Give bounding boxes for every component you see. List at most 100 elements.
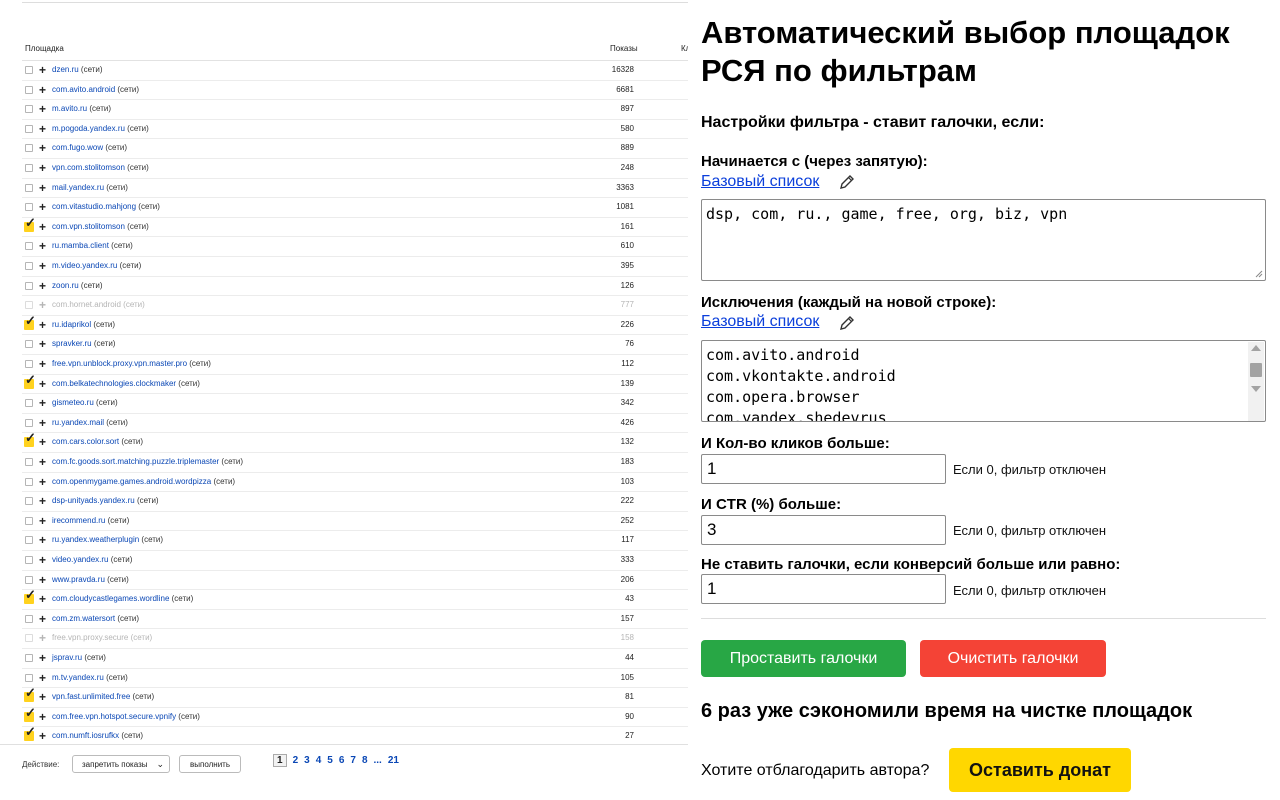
base-list-link-exclusions[interactable]: Базовый список — [701, 313, 819, 331]
expand-plus-icon[interactable]: + — [39, 573, 46, 587]
expand-plus-icon[interactable]: + — [39, 396, 46, 410]
row-checkbox[interactable] — [25, 66, 33, 74]
column-header-site[interactable]: Площадка — [25, 44, 64, 53]
site-name[interactable]: jsprav.ru — [52, 653, 82, 662]
expand-plus-icon[interactable]: + — [39, 494, 46, 508]
site-name[interactable]: com.hornet.android — [52, 300, 121, 309]
expand-plus-icon[interactable]: + — [39, 475, 46, 489]
site-link[interactable]: vpn.com.stolitomson (сети) — [52, 163, 149, 172]
expand-plus-icon[interactable]: + — [39, 122, 46, 136]
page-link[interactable]: 2 — [293, 755, 299, 766]
expand-plus-icon[interactable]: + — [39, 220, 46, 234]
row-checkbox[interactable] — [25, 477, 33, 486]
site-link[interactable]: com.cloudycastlegames.wordline (сети) — [52, 594, 193, 603]
site-name[interactable]: com.belkatechnologies.clockmaker — [52, 379, 176, 388]
starts-with-textarea[interactable]: dsp, com, ru., game, free, org, biz, vpn — [701, 199, 1266, 281]
scroll-up-icon[interactable] — [1251, 345, 1261, 351]
action-select[interactable]: запретить показы ⌄ — [72, 755, 170, 773]
expand-plus-icon[interactable]: + — [39, 357, 46, 371]
expand-plus-icon[interactable]: + — [39, 259, 46, 273]
set-checkmarks-button[interactable]: Проставить галочки — [701, 640, 906, 677]
site-name[interactable]: vpn.com.stolitomson — [52, 163, 125, 172]
row-checkbox[interactable] — [25, 575, 33, 584]
site-name[interactable]: irecommend.ru — [52, 516, 105, 525]
row-checkbox[interactable] — [25, 340, 33, 349]
site-name[interactable]: vpn.fast.unlimited.free — [52, 692, 130, 701]
page-link[interactable]: 4 — [316, 755, 322, 766]
row-checkbox[interactable] — [25, 281, 33, 290]
site-link[interactable]: m.pogoda.yandex.ru (сети) — [52, 124, 149, 133]
expand-plus-icon[interactable]: + — [39, 181, 46, 195]
row-checkbox[interactable] — [25, 144, 33, 153]
row-checkbox[interactable] — [25, 262, 33, 270]
expand-plus-icon[interactable]: + — [39, 377, 46, 391]
site-name[interactable]: com.vitastudio.mahjong — [52, 202, 136, 211]
site-link[interactable]: zoon.ru (сети) — [52, 281, 103, 290]
expand-plus-icon[interactable]: + — [39, 671, 46, 685]
site-name[interactable]: gismeteo.ru — [52, 398, 94, 407]
expand-plus-icon[interactable]: + — [39, 514, 46, 528]
expand-plus-icon[interactable]: + — [39, 63, 46, 77]
site-name[interactable]: ru.mamba.client — [52, 241, 109, 250]
row-checkbox[interactable] — [25, 183, 33, 192]
site-name[interactable]: com.zm.watersort — [52, 614, 115, 623]
site-link[interactable]: free.vpn.proxy.secure (сети) — [52, 633, 152, 642]
site-link[interactable]: dzen.ru (сети) — [52, 65, 103, 74]
scroll-thumb[interactable] — [1250, 363, 1262, 377]
row-checkbox[interactable] — [25, 203, 33, 212]
site-link[interactable]: m.avito.ru (сети) — [52, 104, 111, 113]
page-link[interactable]: 6 — [339, 755, 345, 766]
site-name[interactable]: free.vpn.proxy.secure — [52, 633, 128, 642]
site-link[interactable]: m.tv.yandex.ru (сети) — [52, 673, 128, 682]
exclusions-textarea[interactable]: com.avito.android com.vkontakte.android … — [701, 340, 1266, 422]
site-link[interactable]: com.cars.color.sort (сети) — [52, 437, 143, 446]
expand-plus-icon[interactable]: + — [39, 83, 46, 97]
site-link[interactable]: gismeteo.ru (сети) — [52, 398, 118, 407]
site-link[interactable]: com.zm.watersort (сети) — [52, 614, 139, 623]
site-link[interactable]: com.numft.iosrufkx (сети) — [52, 731, 143, 740]
row-checkbox[interactable] — [25, 85, 33, 94]
site-name[interactable]: www.pravda.ru — [52, 575, 105, 584]
site-name[interactable]: com.vpn.stolitomson — [52, 222, 125, 231]
expand-plus-icon[interactable]: + — [39, 337, 46, 351]
site-link[interactable]: com.fc.goods.sort.matching.puzzle.triple… — [52, 457, 243, 466]
row-checkbox[interactable] — [25, 399, 33, 408]
row-checkbox[interactable] — [25, 556, 33, 564]
row-checkbox[interactable] — [25, 360, 33, 368]
clicks-input[interactable]: 1 — [701, 454, 946, 484]
site-link[interactable]: ru.idaprikol (сети) — [52, 320, 115, 329]
expand-plus-icon[interactable]: + — [39, 298, 46, 312]
row-checkbox[interactable] — [25, 634, 33, 643]
expand-plus-icon[interactable]: + — [39, 102, 46, 116]
pencil-icon[interactable] — [839, 174, 855, 190]
expand-plus-icon[interactable]: + — [39, 141, 46, 155]
scroll-down-icon[interactable] — [1251, 386, 1261, 392]
site-link[interactable]: irecommend.ru (сети) — [52, 516, 129, 525]
site-name[interactable]: mail.yandex.ru — [52, 183, 104, 192]
site-name[interactable]: com.avito.android — [52, 85, 115, 94]
site-link[interactable]: spravker.ru (сети) — [52, 339, 115, 348]
page-link[interactable]: 7 — [350, 755, 356, 766]
clear-checkmarks-button[interactable]: Очистить галочки — [920, 640, 1106, 677]
expand-plus-icon[interactable]: + — [39, 631, 46, 645]
ctr-input[interactable]: 3 — [701, 515, 946, 545]
site-link[interactable]: com.vpn.stolitomson (сети) — [52, 222, 149, 231]
site-link[interactable]: mail.yandex.ru (сети) — [52, 183, 128, 192]
expand-plus-icon[interactable]: + — [39, 239, 46, 253]
site-name[interactable]: ru.yandex.weatherplugin — [52, 535, 139, 544]
row-checkbox[interactable] — [25, 418, 33, 427]
site-name[interactable]: ru.idaprikol — [52, 320, 91, 329]
site-name[interactable]: com.numft.iosrufkx — [52, 731, 119, 740]
row-checkbox[interactable] — [25, 458, 33, 466]
page-link[interactable]: 1 — [273, 754, 287, 767]
execute-button[interactable]: выполнить — [179, 755, 241, 773]
site-link[interactable]: com.free.vpn.hotspot.secure.vpnify (сети… — [52, 712, 200, 721]
donate-button[interactable]: Оставить донат — [949, 748, 1131, 792]
expand-plus-icon[interactable]: + — [39, 435, 46, 449]
row-checkbox[interactable] — [25, 242, 33, 251]
exclusions-scrollbar[interactable] — [1248, 342, 1264, 421]
page-link[interactable]: 3 — [304, 755, 310, 766]
site-name[interactable]: dzen.ru — [52, 65, 79, 74]
row-checkbox[interactable] — [25, 673, 33, 682]
site-name[interactable]: free.vpn.unblock.proxy.vpn.master.pro — [52, 359, 187, 368]
